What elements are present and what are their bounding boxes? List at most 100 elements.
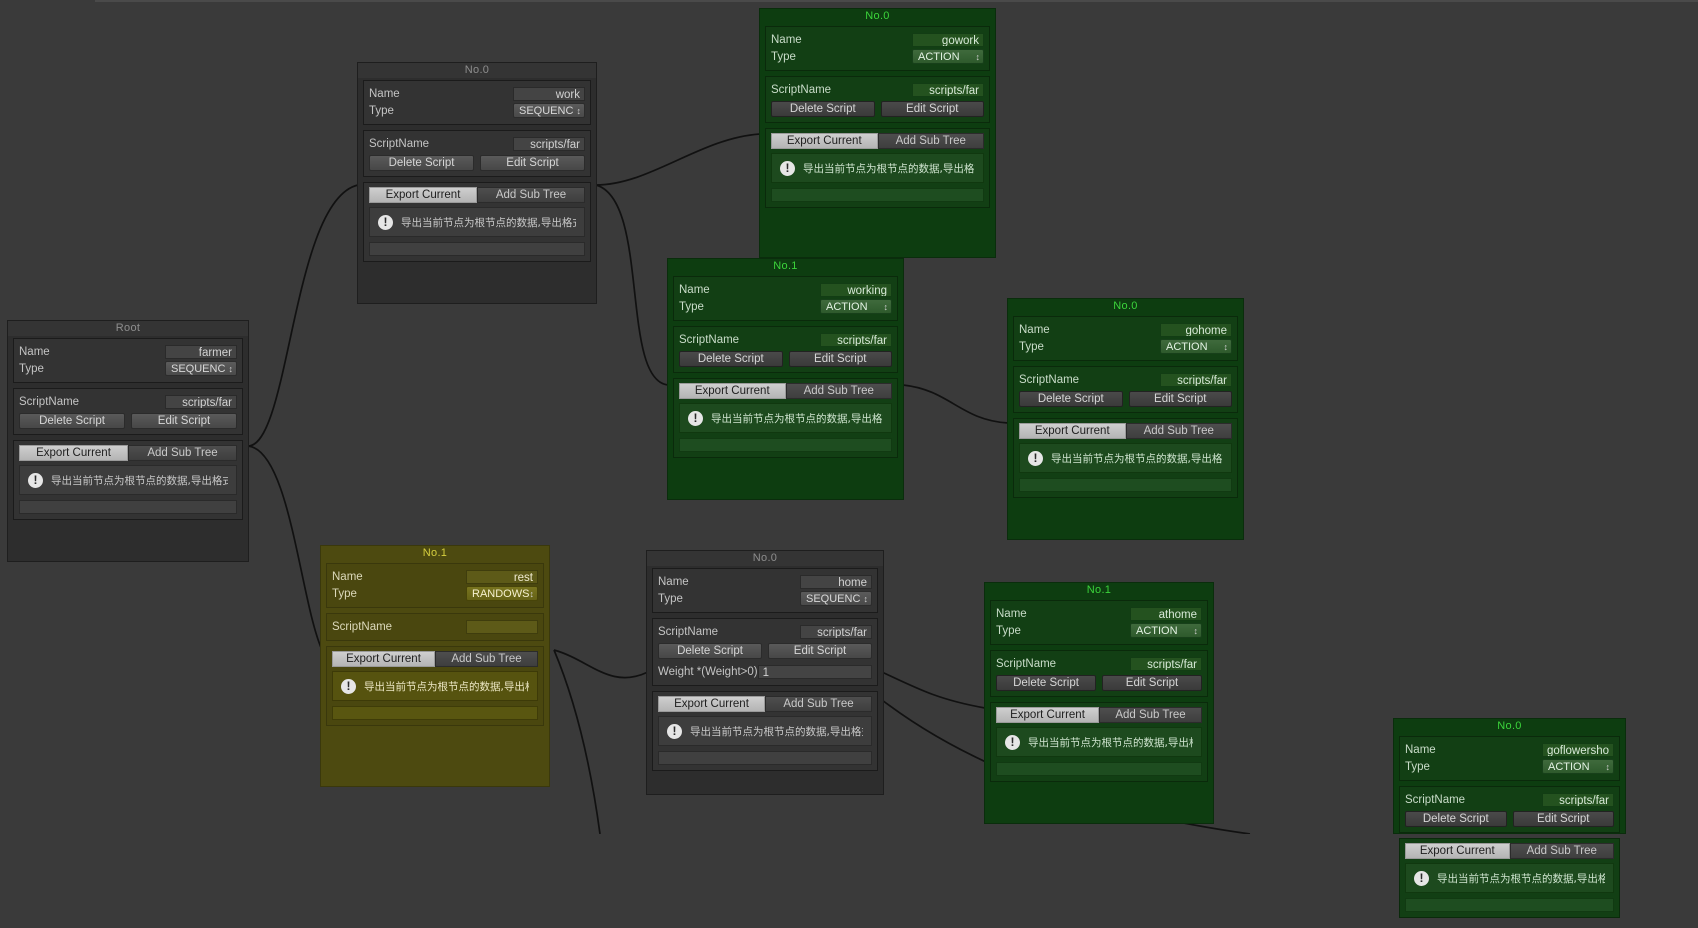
node-working[interactable]: No.1 Name working Type ACTION ↕ ScriptName scri… xyxy=(667,258,904,500)
name-row: Name working xyxy=(679,281,892,298)
name-field[interactable]: home xyxy=(800,574,872,589)
export-tabs: Export Current Add Sub Tree xyxy=(996,707,1202,723)
script-name-field[interactable]: scripts/far xyxy=(1542,792,1614,807)
name-field[interactable]: gowork xyxy=(912,32,984,47)
name-field[interactable]: athome xyxy=(1130,606,1202,621)
edit-script-button[interactable]: Edit Script xyxy=(1512,811,1614,827)
name-field[interactable]: goflowersho xyxy=(1542,742,1614,757)
name-field[interactable]: work xyxy=(513,86,585,101)
help-box: ! 导出当前节点为根节点的数据,导出格式xxx xyxy=(1405,863,1614,893)
export-path-field[interactable] xyxy=(1405,898,1614,912)
tab-export-current[interactable]: Export Current xyxy=(332,651,435,667)
delete-script-button[interactable]: Delete Script xyxy=(19,413,125,429)
script-name-field[interactable] xyxy=(466,619,538,634)
type-dropdown[interactable]: SEQUENC ↕ xyxy=(165,361,237,376)
tab-add-sub-tree[interactable]: Add Sub Tree xyxy=(435,651,538,667)
export-path-field[interactable] xyxy=(332,706,538,720)
delete-script-button[interactable]: Delete Script xyxy=(996,675,1096,691)
node-gowork[interactable]: No.0 Name gowork Type ACTION ↕ ScriptName scrip… xyxy=(759,8,996,258)
tab-export-current[interactable]: Export Current xyxy=(369,187,477,203)
tab-add-sub-tree[interactable]: Add Sub Tree xyxy=(877,133,984,149)
tab-export-current[interactable]: Export Current xyxy=(996,707,1099,723)
edit-script-button[interactable]: Edit Script xyxy=(880,101,984,117)
export-path-field[interactable] xyxy=(996,762,1202,776)
type-dropdown[interactable]: ACTION ↕ xyxy=(1130,623,1202,638)
script-name-field[interactable]: scripts/far xyxy=(820,332,892,347)
delete-script-button[interactable]: Delete Script xyxy=(679,351,783,367)
properties-box: Name rest Type RANDOWS ↕ xyxy=(326,563,544,608)
node-gohome[interactable]: No.0 Name gohome Type ACTION ↕ ScriptName scrip… xyxy=(1007,298,1244,540)
type-dropdown[interactable]: SEQUENC ↕ xyxy=(513,103,585,118)
edit-script-button[interactable]: Edit Script xyxy=(788,351,892,367)
delete-script-button[interactable]: Delete Script xyxy=(771,101,875,117)
type-dropdown[interactable]: SEQUENC ↕ xyxy=(800,591,872,606)
tab-add-sub-tree[interactable]: Add Sub Tree xyxy=(128,445,237,461)
node-rest[interactable]: No.1 Name rest Type RANDOWS ↕ ScriptName Export… xyxy=(320,545,550,787)
type-dropdown[interactable]: ACTION ↕ xyxy=(820,299,892,314)
delete-script-button[interactable]: Delete Script xyxy=(658,643,762,659)
script-name-field[interactable]: scripts/far xyxy=(513,136,585,151)
edit-script-button[interactable]: Edit Script xyxy=(1128,391,1232,407)
tab-export-current[interactable]: Export Current xyxy=(1405,843,1510,859)
export-path-field[interactable] xyxy=(658,751,872,765)
name-row: Name home xyxy=(658,573,872,590)
tab-add-sub-tree[interactable]: Add Sub Tree xyxy=(1125,423,1232,439)
script-name-field[interactable]: scripts/far xyxy=(1130,656,1202,671)
tab-add-sub-tree[interactable]: Add Sub Tree xyxy=(785,383,892,399)
warning-icon: ! xyxy=(1005,734,1020,750)
tab-export-current[interactable]: Export Current xyxy=(771,133,878,149)
node-athome[interactable]: No.1 Name athome Type ACTION ↕ ScriptName scrip… xyxy=(984,582,1214,824)
delete-script-button[interactable]: Delete Script xyxy=(1019,391,1123,407)
export-path-field[interactable] xyxy=(19,500,237,514)
type-dropdown[interactable]: RANDOWS ↕ xyxy=(466,586,538,601)
export-path-field[interactable] xyxy=(771,188,984,202)
node-work[interactable]: No.0 Name work Type SEQUENC ↕ ScriptName script… xyxy=(357,62,597,304)
tab-add-sub-tree[interactable]: Add Sub Tree xyxy=(765,696,872,712)
name-field[interactable]: working xyxy=(820,282,892,297)
tab-add-sub-tree[interactable]: Add Sub Tree xyxy=(477,187,585,203)
export-path-field[interactable] xyxy=(679,438,892,452)
node-root[interactable]: Root Name farmer Type SEQUENC ↕ ScriptName scri… xyxy=(7,320,249,562)
node-body-rest: Name rest Type RANDOWS ↕ ScriptName Export Cur… xyxy=(321,561,549,736)
tab-export-current[interactable]: Export Current xyxy=(658,696,765,712)
tab-add-sub-tree[interactable]: Add Sub Tree xyxy=(1509,843,1614,859)
weight-field[interactable]: 1 xyxy=(757,664,872,679)
warning-icon: ! xyxy=(1414,870,1429,886)
tab-add-sub-tree[interactable]: Add Sub Tree xyxy=(1099,707,1202,723)
script-buttons: Delete Script Edit Script xyxy=(1405,811,1614,827)
name-field[interactable]: farmer xyxy=(165,344,237,359)
node-body-root: Name farmer Type SEQUENC ↕ ScriptName scripts/… xyxy=(8,336,248,530)
type-row: Type ACTION ↕ xyxy=(679,298,892,315)
help-box: ! 导出当前节点为根节点的数据,导出格式xxx xyxy=(658,716,872,746)
edit-script-button[interactable]: Edit Script xyxy=(480,155,585,171)
script-name-row: ScriptName scripts/far xyxy=(369,135,585,152)
tab-export-current[interactable]: Export Current xyxy=(679,383,786,399)
tab-export-current[interactable]: Export Current xyxy=(1019,423,1126,439)
script-name-row: ScriptName xyxy=(332,618,538,635)
node-body-gowork: Name gowork Type ACTION ↕ ScriptName scripts/f… xyxy=(760,24,995,218)
node-editor-canvas[interactable]: Root Name farmer Type SEQUENC ↕ ScriptName scri… xyxy=(0,0,1698,918)
type-dropdown[interactable]: ACTION ↕ xyxy=(1542,759,1614,774)
type-dropdown[interactable]: ACTION ↕ xyxy=(1160,339,1232,354)
export-path-field[interactable] xyxy=(1019,478,1232,492)
type-dropdown[interactable]: ACTION ↕ xyxy=(912,49,984,64)
node-title-work: No.0 xyxy=(358,63,596,78)
export-path-field[interactable] xyxy=(369,242,585,256)
script-name-field[interactable]: scripts/far xyxy=(1160,372,1232,387)
script-name-field[interactable]: scripts/far xyxy=(912,82,984,97)
node-title-working: No.1 xyxy=(668,259,903,274)
node-goflowershop[interactable]: No.0 Name goflowersho Type ACTION ↕ ScriptName… xyxy=(1393,718,1626,918)
name-field[interactable]: rest xyxy=(466,569,538,584)
edit-script-button[interactable]: Edit Script xyxy=(768,643,872,659)
type-label: Type xyxy=(19,362,44,375)
node-home[interactable]: No.0 Name home Type SEQUENC ↕ ScriptName script… xyxy=(646,550,884,795)
script-name-field[interactable]: scripts/far xyxy=(800,624,872,639)
edit-script-button[interactable]: Edit Script xyxy=(131,413,237,429)
warning-icon: ! xyxy=(780,160,795,176)
name-field[interactable]: gohome xyxy=(1160,322,1232,337)
script-name-field[interactable]: scripts/far xyxy=(165,394,237,409)
delete-script-button[interactable]: Delete Script xyxy=(369,155,474,171)
tab-export-current[interactable]: Export Current xyxy=(19,445,128,461)
delete-script-button[interactable]: Delete Script xyxy=(1405,811,1507,827)
edit-script-button[interactable]: Edit Script xyxy=(1102,675,1202,691)
